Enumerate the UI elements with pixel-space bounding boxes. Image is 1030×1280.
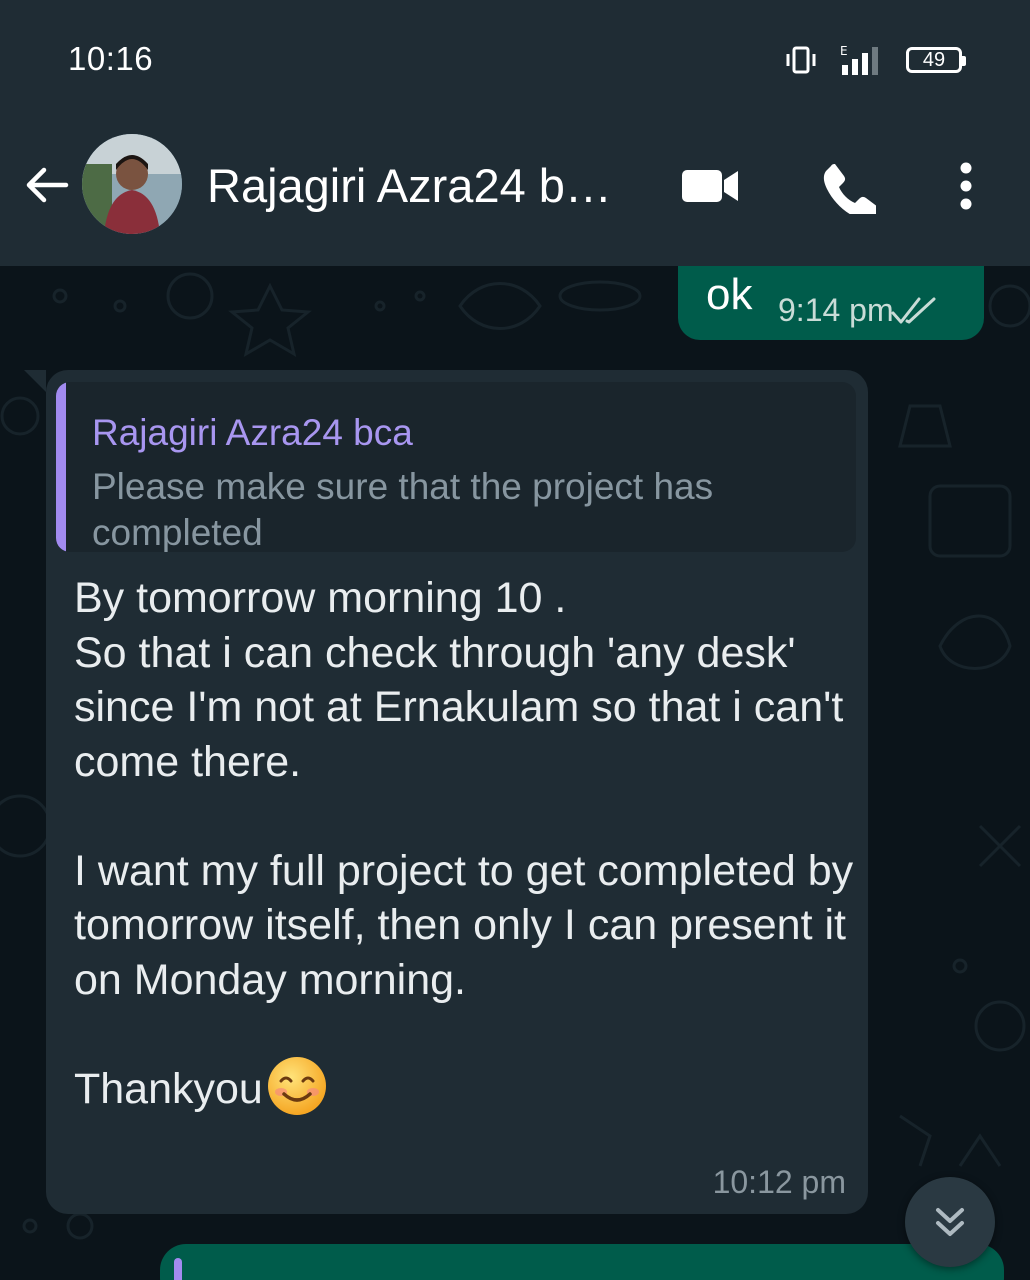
chat-screen: 10:16 E 49 Rajagiri Azra24 b… ok 9:14 pm… <box>0 0 1030 1280</box>
message-body: By tomorrow morning 10 . So that i can c… <box>74 571 854 1118</box>
message-time: 10:12 pm <box>712 1164 846 1200</box>
battery-icon: 49 <box>906 47 966 73</box>
message-text: ok <box>706 270 753 319</box>
bubble-tail <box>24 370 46 392</box>
scroll-to-bottom-button[interactable] <box>905 1177 995 1267</box>
status-bar-icons: E 49 <box>784 40 966 80</box>
read-ticks-icon <box>891 297 936 324</box>
back-arrow-icon[interactable] <box>22 160 72 210</box>
contact-avatar[interactable] <box>82 134 182 234</box>
message-text: By tomorrow morning 10 . So that i can c… <box>74 574 854 1113</box>
contact-name[interactable]: Rajagiri Azra24 b… <box>207 158 612 213</box>
incoming-message-bubble[interactable]: Rajagiri Azra24 bca Please make sure tha… <box>24 370 868 1214</box>
more-options-icon[interactable] <box>946 158 986 214</box>
quoted-author: Rajagiri Azra24 bca <box>92 412 413 453</box>
voice-call-icon[interactable] <box>820 158 876 214</box>
network-type-label: E <box>840 44 848 58</box>
message-time: 9:14 pm <box>778 292 894 328</box>
battery-level: 49 <box>922 48 946 71</box>
double-chevron-down-icon <box>936 1208 964 1236</box>
quoted-message[interactable]: Rajagiri Azra24 bca Please make sure tha… <box>56 382 856 552</box>
vibrate-icon <box>786 46 816 74</box>
status-bar-time: 10:16 <box>68 40 154 77</box>
video-call-icon[interactable] <box>680 158 740 214</box>
quoted-text: Please make sure that the project has co… <box>92 466 714 552</box>
quote-accent-bar <box>56 382 66 552</box>
smiling-face-icon <box>267 1057 326 1116</box>
outgoing-message-bubble-partial[interactable] <box>160 1244 1004 1280</box>
avatar-image <box>82 134 182 234</box>
signal-icon: E <box>840 44 878 75</box>
chat-header: 10:16 E 49 Rajagiri Azra24 b… <box>0 0 1030 266</box>
